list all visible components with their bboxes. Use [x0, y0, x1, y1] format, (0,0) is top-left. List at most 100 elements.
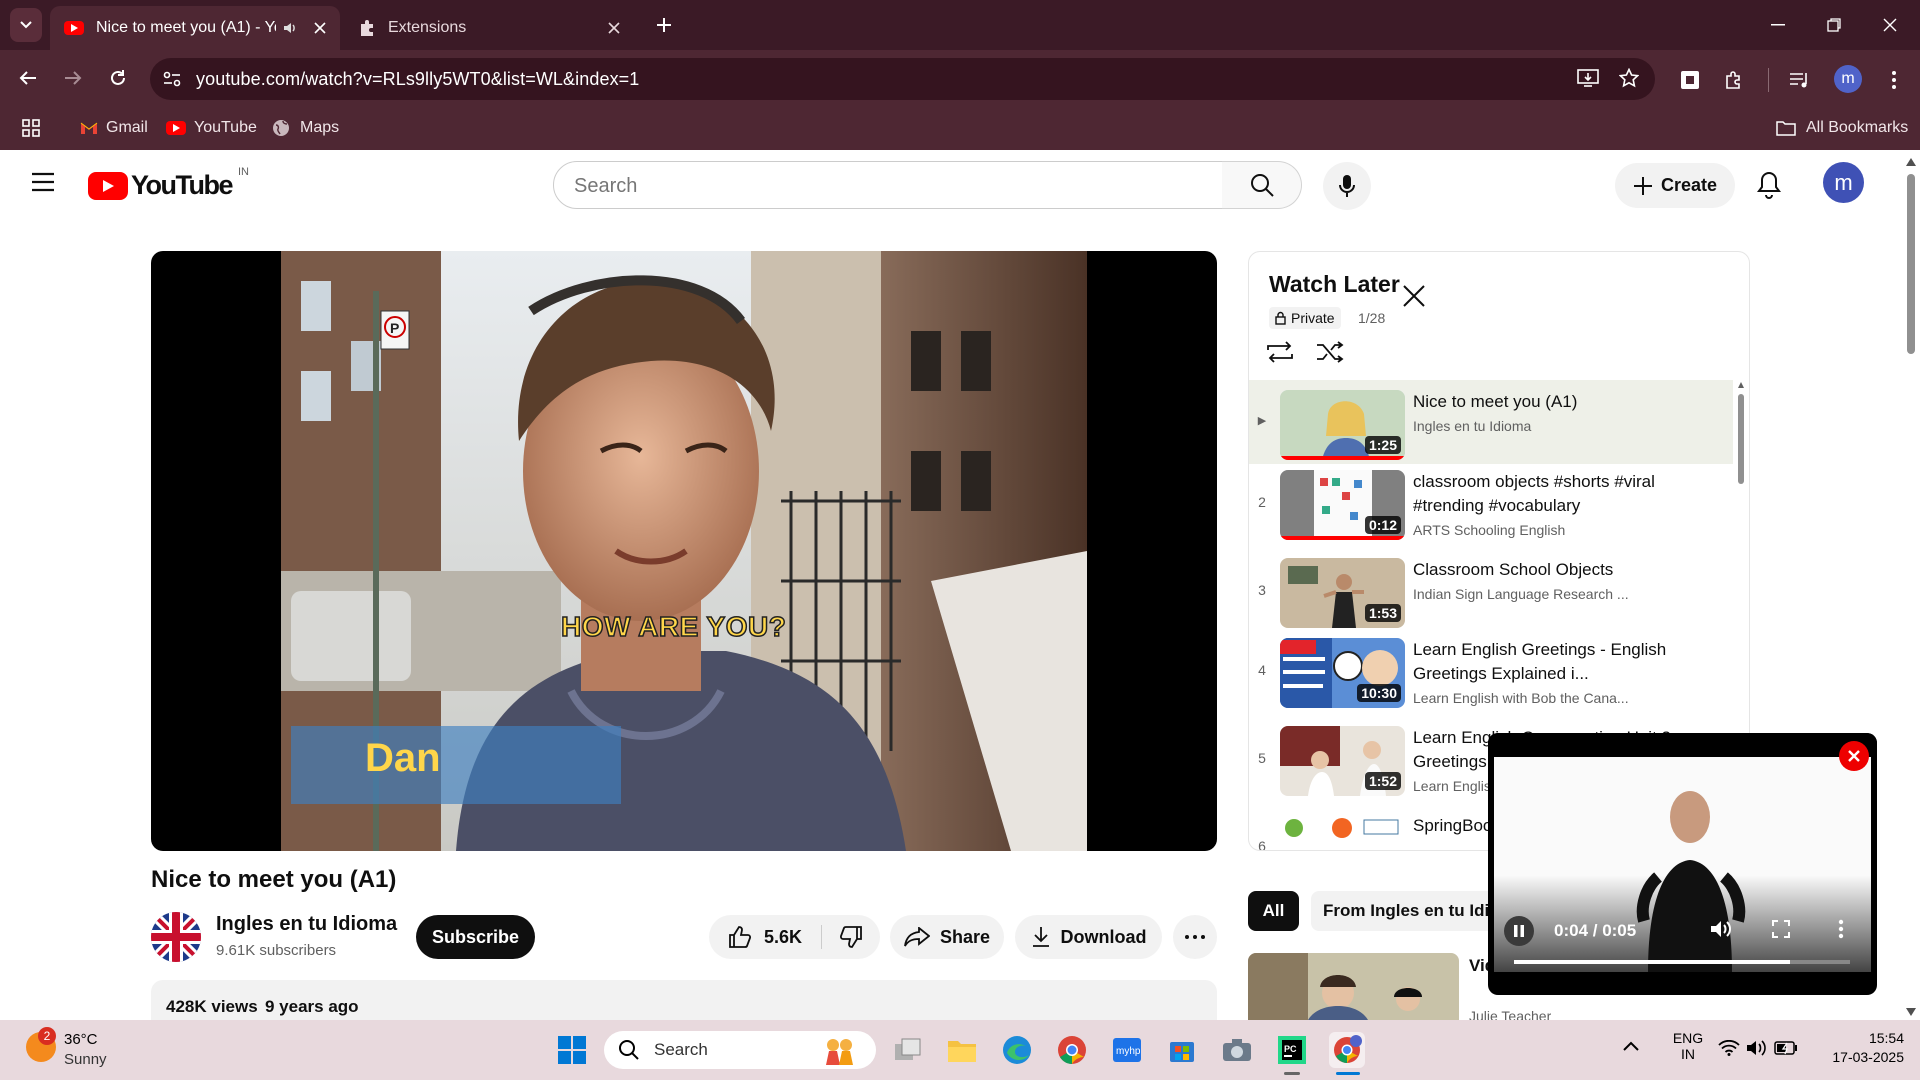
minimize-button[interactable] [1760, 10, 1796, 40]
bookmark-gmail[interactable]: Gmail [80, 106, 148, 150]
loop-button[interactable] [1265, 340, 1295, 364]
account-avatar[interactable]: m [1823, 162, 1864, 203]
myhp-icon[interactable]: myhp [1109, 1032, 1145, 1068]
speaker-icon[interactable] [282, 20, 298, 36]
volume-icon[interactable] [1746, 1040, 1766, 1056]
search-input[interactable]: Search [553, 161, 1223, 209]
notifications-button[interactable] [1756, 170, 1782, 200]
more-horizontal-icon [1185, 935, 1205, 939]
search-button[interactable] [1222, 161, 1302, 209]
miniplayer-pause-button[interactable] [1504, 916, 1534, 946]
search-icon [1250, 174, 1274, 197]
arrow-left-icon [19, 71, 36, 85]
bookmark-maps[interactable]: Maps [272, 106, 339, 150]
camera-icon[interactable] [1219, 1032, 1255, 1068]
playlist-item[interactable]: 2 0:12 classroom objects #shorts #viral … [1249, 464, 1733, 544]
download-icon [1032, 927, 1049, 947]
video-player[interactable]: P HOW ARE YOU? Dan [151, 251, 1217, 851]
edge-browser-icon[interactable] [999, 1032, 1035, 1068]
playlist-item[interactable]: ▶ 1:25 Nice to meet you (A1) Ingles en t… [1249, 384, 1733, 464]
gmail-icon [80, 122, 98, 134]
chrome-profile-icon[interactable] [1329, 1032, 1365, 1068]
chrome-icon[interactable] [1054, 1032, 1090, 1068]
site-info-icon[interactable] [162, 69, 182, 89]
youtube-favicon-icon [64, 21, 84, 35]
miniplayer-progress-fill [1514, 960, 1790, 964]
battery-icon[interactable] [1774, 1041, 1798, 1055]
reload-icon [111, 70, 125, 85]
reload-button[interactable] [102, 62, 134, 94]
close-icon [1848, 750, 1860, 762]
kebab-menu-icon[interactable] [1880, 66, 1908, 94]
chevron-up-icon[interactable] [1622, 1040, 1640, 1052]
channel-name[interactable]: Ingles en tu Idioma [216, 913, 397, 936]
star-icon[interactable] [1619, 68, 1639, 88]
download-button[interactable]: Download [1015, 915, 1162, 959]
windows-start-icon[interactable] [554, 1032, 590, 1068]
voice-search-button[interactable] [1323, 162, 1371, 210]
all-bookmarks-button[interactable]: All Bookmarks [1776, 106, 1908, 150]
restore-button[interactable] [1816, 10, 1852, 40]
screenshot-extension-icon[interactable] [1676, 66, 1704, 94]
address-bar[interactable]: youtube.com/watch?v=RLs9lly5WT0&list=WL&… [150, 58, 1655, 100]
channel-avatar[interactable] [151, 912, 201, 962]
apps-grid-icon[interactable] [22, 106, 40, 150]
bookmark-youtube[interactable]: YouTube [166, 106, 257, 150]
back-button[interactable] [12, 62, 44, 94]
wifi-icon[interactable] [1718, 1040, 1740, 1056]
clock[interactable]: 15:54 17-03-2025 [1800, 1030, 1904, 1065]
language-indicator[interactable]: ENG IN [1668, 1030, 1708, 1062]
microsoft-store-icon[interactable] [1164, 1032, 1200, 1068]
like-button[interactable]: 5.6K [709, 915, 821, 959]
playlist-item[interactable]: 3 1:53 Classroom School Objects Indian S… [1249, 552, 1733, 632]
weather-badge: 2 [38, 1027, 56, 1045]
svg-text:P: P [390, 320, 399, 336]
file-explorer-icon[interactable] [944, 1032, 980, 1068]
close-playlist-button[interactable] [1402, 284, 1426, 308]
playlist-thumbnail: 0:12 [1280, 470, 1405, 540]
task-view-icon[interactable] [890, 1032, 926, 1068]
playlist-item[interactable]: 4 10:30 Learn English Greetings - Englis… [1249, 632, 1733, 712]
tab-youtube[interactable]: Nice to meet you (A1) - You [50, 6, 340, 50]
forward-button[interactable] [57, 62, 89, 94]
guide-menu-button[interactable] [30, 172, 58, 192]
media-control-icon[interactable] [1786, 66, 1814, 94]
pause-icon [1514, 925, 1524, 937]
dislike-button[interactable] [822, 915, 880, 959]
tab-search-button[interactable] [10, 8, 42, 42]
page-scrollbar[interactable] [1902, 150, 1920, 1020]
chip-all[interactable]: All [1248, 891, 1299, 931]
thumbs-down-icon [839, 926, 862, 948]
miniplayer-volume-button[interactable] [1710, 919, 1732, 939]
floating-miniplayer[interactable]: 0:04 / 0:05 [1488, 733, 1877, 995]
miniplayer-close-button[interactable] [1839, 741, 1869, 771]
miniplayer-expand-button[interactable] [1772, 920, 1790, 938]
scroll-thumb[interactable] [1907, 174, 1915, 354]
extensions-icon[interactable] [1720, 66, 1748, 94]
youtube-logo[interactable]: YouTube IN [88, 166, 249, 201]
watched-progress [1280, 536, 1405, 540]
pycharm-icon[interactable]: PC [1274, 1032, 1310, 1068]
tab-extensions[interactable]: Extensions [344, 6, 634, 50]
close-tab-icon[interactable] [608, 22, 620, 34]
more-actions-button[interactable] [1173, 915, 1217, 959]
view-count: 428K views [166, 997, 258, 1016]
miniplayer-time: 0:04 / 0:05 [1554, 921, 1637, 940]
playlist-thumbnail: 1:52 [1280, 726, 1405, 796]
create-button[interactable]: Create [1615, 163, 1735, 208]
subscribe-button[interactable]: Subscribe [416, 915, 535, 959]
running-indicator [1284, 1072, 1300, 1075]
install-app-icon[interactable] [1577, 68, 1599, 88]
close-tab-icon[interactable] [314, 22, 326, 34]
miniplayer-progress-track[interactable] [1514, 960, 1850, 964]
weather-temp[interactable]: 36°C [64, 1031, 98, 1048]
close-window-button[interactable] [1872, 10, 1908, 40]
recommended-thumbnail[interactable] [1248, 953, 1459, 1020]
share-button[interactable]: Share [890, 915, 1004, 959]
miniplayer-more-button[interactable] [1838, 919, 1844, 939]
shuffle-button[interactable] [1315, 340, 1345, 364]
profile-avatar[interactable]: m [1834, 65, 1862, 93]
taskbar-search[interactable]: Search [604, 1031, 876, 1069]
plus-icon [1633, 176, 1652, 195]
new-tab-button[interactable] [650, 10, 678, 40]
